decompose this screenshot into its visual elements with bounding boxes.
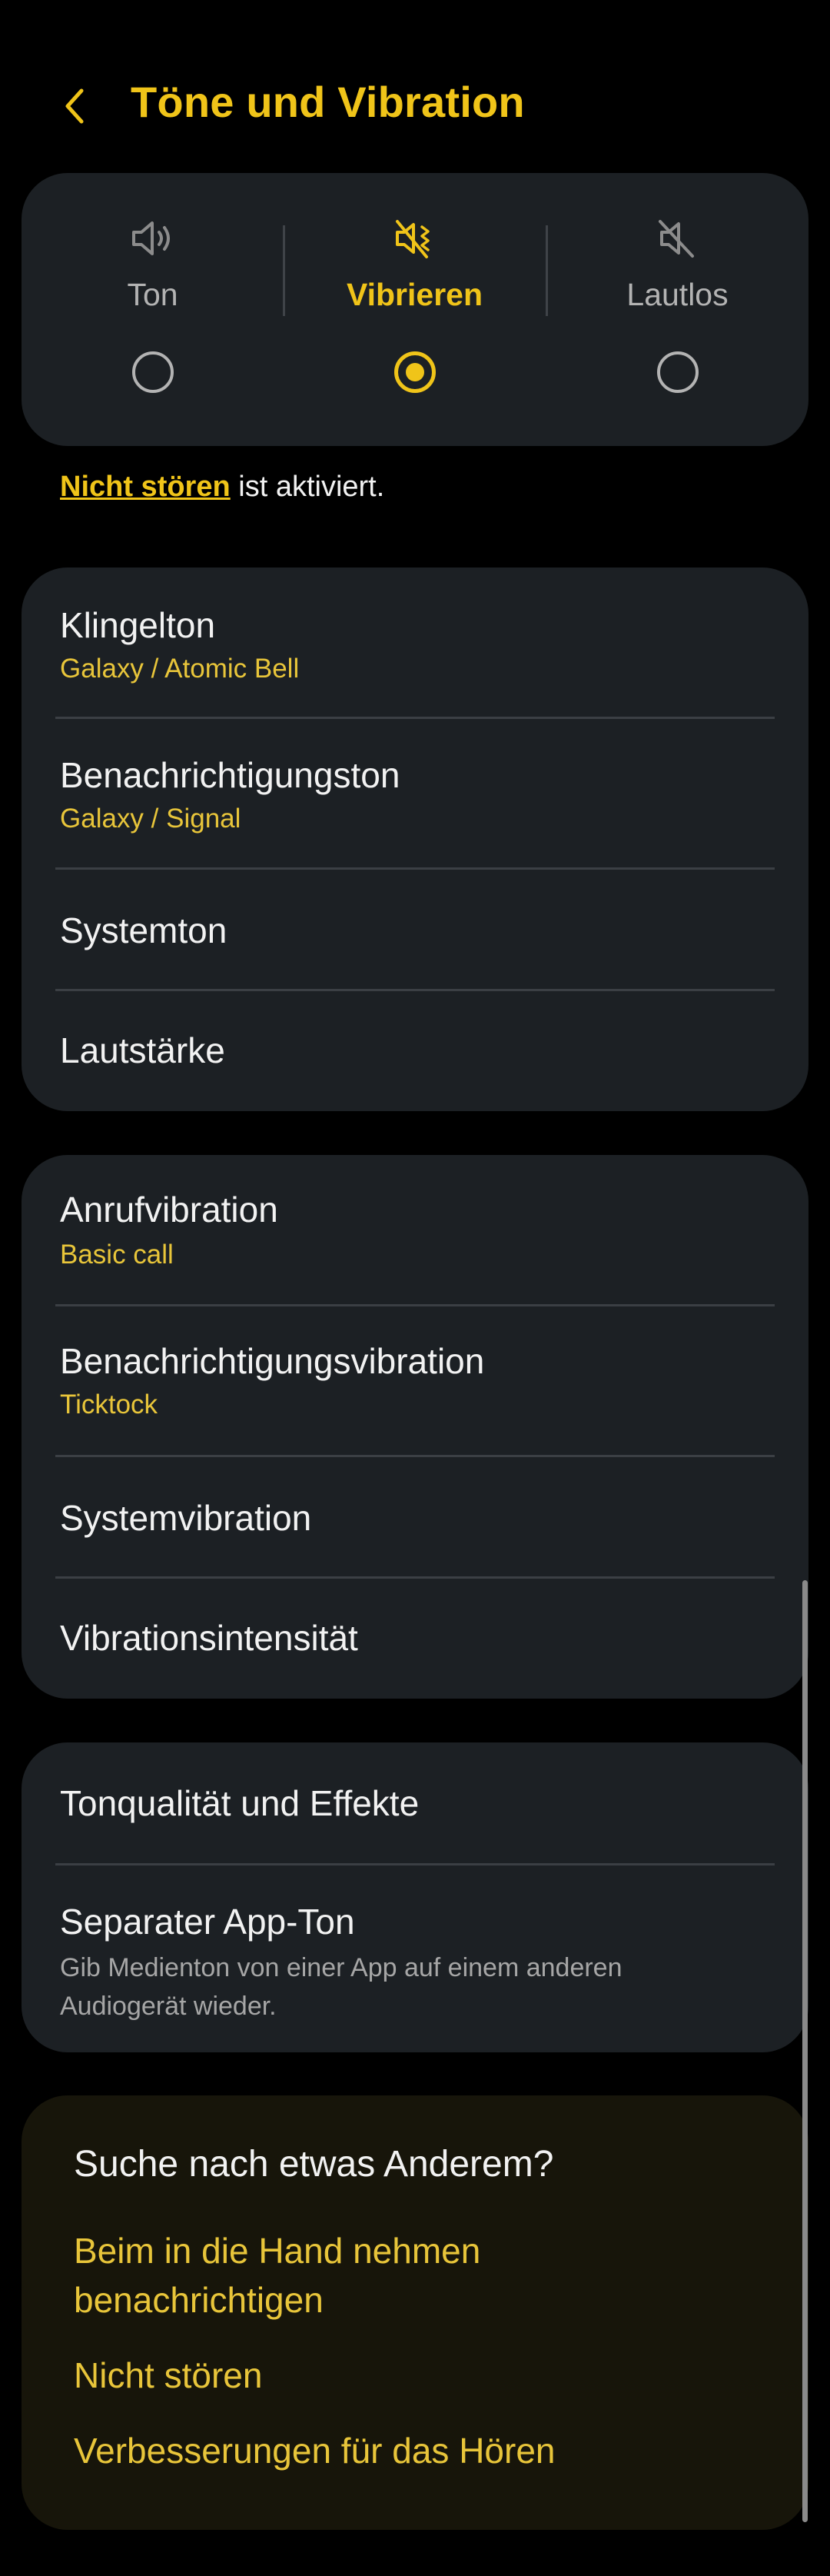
notification-sound-item[interactable]: Benachrichtigungston Galaxy / Signal: [22, 719, 808, 870]
system-sound-item[interactable]: Systemton: [22, 870, 808, 991]
volume-item[interactable]: Lautstärke: [22, 991, 808, 1111]
page-title: Töne und Vibration: [131, 78, 525, 126]
system-vibration-title: Systemvibration: [60, 1498, 312, 1538]
mode-mute-radio[interactable]: [656, 351, 699, 393]
mode-sound-label: Ton: [127, 277, 178, 312]
audio-quality-group: Tonqualität und Effekte Separater App-To…: [22, 1742, 808, 2052]
notification-sound-value: Galaxy / Signal: [60, 804, 241, 834]
speaker-icon: [131, 221, 170, 255]
ringtone-item[interactable]: Klingelton Galaxy / Atomic Bell: [22, 567, 808, 719]
call-vibration-item[interactable]: Anrufvibration Basic call: [22, 1155, 808, 1306]
ringtone-title: Klingelton: [60, 605, 216, 645]
sound-mode-card: Ton Vibrieren Lautlos: [22, 173, 808, 446]
dnd-notice-text: ist aktiviert.: [230, 471, 385, 503]
vibration-intensity-item[interactable]: Vibrationsintensität: [22, 1579, 808, 1699]
notification-vibration-item[interactable]: Benachrichtigungsvibration Ticktock: [22, 1306, 808, 1457]
suggestions-card: Suche nach etwas Anderem? Beim in die Ha…: [22, 2095, 808, 2530]
mode-vibrate-option[interactable]: Vibrieren: [284, 173, 546, 446]
volume-title: Lautstärke: [60, 1030, 225, 1070]
mode-mute-option[interactable]: Lautlos: [546, 173, 808, 446]
vibration-settings-group: Anrufvibration Basic call Benachrichtigu…: [22, 1155, 808, 1699]
mode-vibrate-label: Vibrieren: [347, 277, 483, 312]
back-arrow-icon: [65, 88, 84, 124]
suggestion-link[interactable]: Nicht stören: [74, 2351, 262, 2400]
sound-quality-title: Tonqualität und Effekte: [60, 1783, 420, 1823]
notification-vibration-title: Benachrichtigungsvibration: [60, 1341, 485, 1381]
scrollbar[interactable]: [802, 1580, 808, 2522]
sound-quality-item[interactable]: Tonqualität und Effekte: [22, 1742, 808, 1865]
vibrate-icon: [395, 220, 430, 258]
separate-app-sound-description: Gib Medienton von einer App auf einem an…: [60, 1953, 622, 2021]
call-vibration-value: Basic call: [60, 1240, 174, 1270]
suggestion-link[interactable]: Verbesserungen für das Hören: [74, 2426, 556, 2475]
vibration-intensity-title: Vibrationsintensität: [60, 1618, 358, 1658]
notification-sound-title: Benachrichtigungston: [60, 755, 400, 795]
notification-vibration-value: Ticktock: [60, 1390, 158, 1419]
sounds-vibration-screen: Töne und Vibration Ton Vibrieren Lautlos…: [0, 0, 830, 2576]
separate-app-sound-item[interactable]: Separater App-Ton Gib Medienton von eine…: [22, 1865, 808, 2052]
mode-vibrate-radio[interactable]: [393, 351, 436, 393]
sound-settings-group: Klingelton Galaxy / Atomic Bell Benachri…: [22, 567, 808, 1111]
system-vibration-item[interactable]: Systemvibration: [22, 1457, 808, 1579]
mode-mute-label: Lautlos: [626, 277, 729, 312]
back-button[interactable]: [54, 83, 100, 129]
ringtone-value: Galaxy / Atomic Bell: [60, 654, 300, 684]
header: Töne und Vibration: [0, 69, 830, 142]
dnd-notice: Nicht stören ist aktiviert.: [60, 471, 384, 504]
mode-sound-radio[interactable]: [131, 351, 174, 393]
suggestion-link[interactable]: Beim in die Hand nehmen benachrichtigen: [74, 2226, 550, 2325]
mode-sound-option[interactable]: Ton: [22, 173, 284, 446]
system-sound-title: Systemton: [60, 910, 227, 950]
call-vibration-title: Anrufvibration: [60, 1190, 278, 1230]
suggestions-title: Suche nach etwas Anderem?: [74, 2144, 554, 2185]
dnd-link[interactable]: Nicht stören: [60, 471, 231, 503]
separate-app-sound-title: Separater App-Ton: [60, 1902, 355, 1942]
mute-icon: [658, 220, 694, 258]
